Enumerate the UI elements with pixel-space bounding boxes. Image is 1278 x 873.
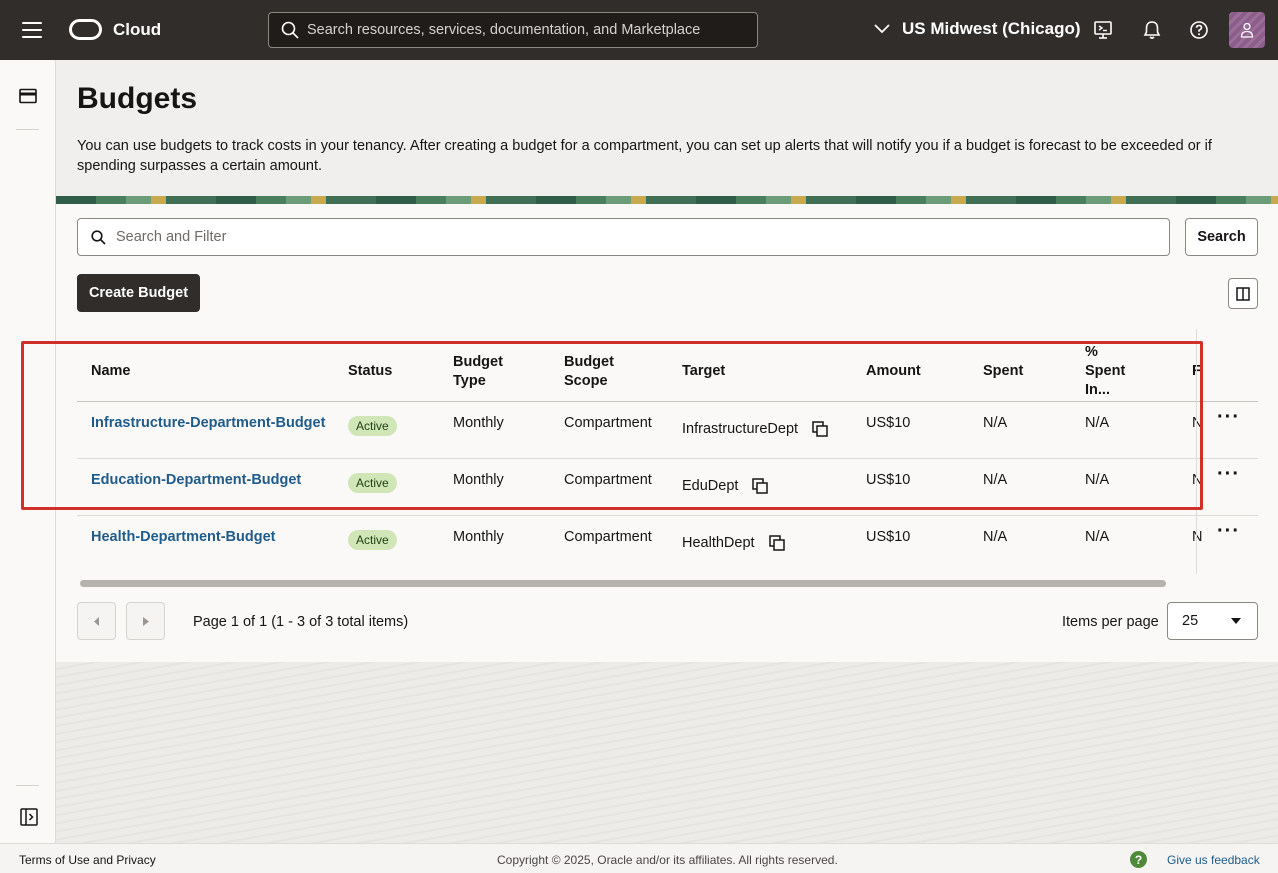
footer: Terms of Use and Privacy Copyright © 202… (0, 843, 1278, 873)
global-search-input[interactable] (307, 22, 757, 38)
copyright-text: Copyright © 2025, Oracle and/or its affi… (497, 853, 838, 867)
spent-cell: N/A (983, 472, 1008, 488)
main-content: Budgets You can use budgets to track cos… (56, 60, 1278, 843)
caret-right-icon (142, 616, 149, 626)
region-label: US Midwest (Chicago) (902, 19, 1081, 38)
pct-spent-cell: N/A (1085, 415, 1110, 431)
column-header-budget-type[interactable]: Budget Type (453, 353, 513, 391)
left-rail (0, 60, 56, 843)
pct-spent-cell: N/A (1085, 472, 1110, 488)
column-header-pct-spent[interactable]: % Spent In... (1085, 343, 1131, 400)
budget-scope-cell: Compartment (564, 529, 652, 545)
row-actions-menu[interactable]: ··· (1217, 521, 1239, 546)
target-value: InfrastructureDept (682, 421, 799, 437)
column-header-spent[interactable]: Spent (983, 362, 1023, 381)
manage-columns-button[interactable] (1228, 278, 1258, 309)
chevron-down-icon (874, 24, 890, 34)
budget-type-cell: Monthly (453, 472, 504, 488)
menu-icon[interactable] (22, 22, 42, 38)
budget-type-cell: Monthly (453, 529, 504, 545)
top-bar: Cloud US Midwest (Chicago) (0, 0, 1278, 60)
copy-icon[interactable] (812, 421, 828, 437)
scrollbar-thumb[interactable] (80, 580, 1166, 587)
items-per-page-select[interactable]: 25 (1167, 602, 1258, 640)
truncated-cell: N (1192, 472, 1203, 488)
caret-left-icon (93, 616, 99, 626)
horizontal-scrollbar[interactable] (77, 578, 1258, 588)
budget-name-link[interactable]: Health-Department-Budget (91, 529, 275, 545)
billing-card-icon[interactable] (19, 88, 37, 104)
spent-cell: N/A (983, 529, 1008, 545)
column-header-budget-scope[interactable]: Budget Scope (564, 353, 624, 391)
target-cell: HealthDept (682, 535, 785, 551)
budget-scope-cell: Compartment (564, 472, 652, 488)
target-value: HealthDept (682, 535, 755, 551)
search-button[interactable]: Search (1185, 218, 1258, 256)
target-cell: EduDept (682, 478, 769, 494)
feedback-icon[interactable]: ? (1130, 851, 1147, 868)
expand-panel-icon[interactable] (20, 808, 38, 826)
profile-avatar[interactable] (1229, 12, 1265, 48)
terms-link[interactable]: Terms of Use and Privacy (19, 853, 156, 867)
amount-cell: US$10 (866, 472, 911, 488)
truncated-cell: N (1192, 529, 1203, 545)
pagination-summary: Page 1 of 1 (1 - 3 of 3 total items) (193, 614, 409, 630)
copy-icon[interactable] (768, 535, 785, 551)
decorative-banner (56, 196, 1278, 204)
next-page-button[interactable] (126, 602, 165, 640)
feedback-link[interactable]: Give us feedback (1167, 853, 1260, 867)
truncated-cell: N (1192, 415, 1203, 431)
budgets-panel: Search Create Budget Name Status Budget … (56, 204, 1278, 662)
column-header-target[interactable]: Target (682, 362, 725, 381)
region-selector[interactable]: US Midwest (Chicago) (874, 19, 1081, 39)
columns-icon (1236, 286, 1250, 301)
row-actions-menu[interactable]: ··· (1217, 464, 1239, 489)
column-header-amount[interactable]: Amount (866, 362, 921, 381)
decorative-background (56, 662, 1278, 843)
user-icon (1240, 22, 1254, 38)
budget-name-link[interactable]: Infrastructure-Department-Budget (91, 415, 325, 431)
spent-cell: N/A (983, 415, 1008, 431)
table-row: Infrastructure-Department-Budget Active … (77, 402, 1258, 459)
column-header-status[interactable]: Status (348, 362, 392, 381)
items-per-page-label: Items per page (1062, 614, 1159, 630)
target-value: EduDept (682, 478, 739, 494)
previous-page-button[interactable] (77, 602, 116, 640)
brand-name[interactable]: Cloud (113, 20, 161, 40)
create-budget-button[interactable]: Create Budget (77, 274, 200, 312)
search-filter-field[interactable] (77, 218, 1170, 256)
amount-cell: US$10 (866, 529, 911, 545)
status-badge: Active (348, 416, 397, 436)
items-per-page-value: 25 (1182, 613, 1199, 629)
oracle-logo-icon[interactable] (69, 19, 102, 40)
copy-icon[interactable] (752, 478, 769, 494)
column-header-name[interactable]: Name (91, 362, 131, 381)
budget-name-link[interactable]: Education-Department-Budget (91, 472, 301, 488)
sticky-column-divider (1196, 329, 1197, 574)
table-row: Education-Department-Budget Active Month… (77, 459, 1258, 516)
status-badge: Active (348, 530, 397, 550)
rail-divider (16, 785, 39, 786)
budget-type-cell: Monthly (453, 415, 504, 431)
page-description: You can use budgets to track costs in yo… (77, 138, 1212, 174)
search-icon (281, 21, 299, 39)
caret-down-icon (1231, 618, 1241, 624)
budgets-table: Name Status Budget Type Budget Scope Tar… (77, 329, 1258, 579)
cloud-shell-icon[interactable] (1093, 20, 1113, 40)
pct-spent-cell: N/A (1085, 529, 1110, 545)
search-icon (91, 229, 106, 245)
amount-cell: US$10 (866, 415, 911, 431)
global-search[interactable] (268, 12, 758, 48)
help-icon[interactable] (1189, 20, 1209, 40)
table-row: Health-Department-Budget Active Monthly … (77, 516, 1258, 573)
status-badge: Active (348, 473, 397, 493)
row-actions-menu[interactable]: ··· (1217, 407, 1239, 432)
page-title: Budgets (77, 82, 197, 115)
notifications-bell-icon[interactable] (1142, 20, 1162, 40)
budget-scope-cell: Compartment (564, 415, 652, 431)
target-cell: InfrastructureDept (682, 421, 828, 437)
rail-divider (16, 129, 39, 130)
search-filter-input[interactable] (116, 229, 1169, 245)
